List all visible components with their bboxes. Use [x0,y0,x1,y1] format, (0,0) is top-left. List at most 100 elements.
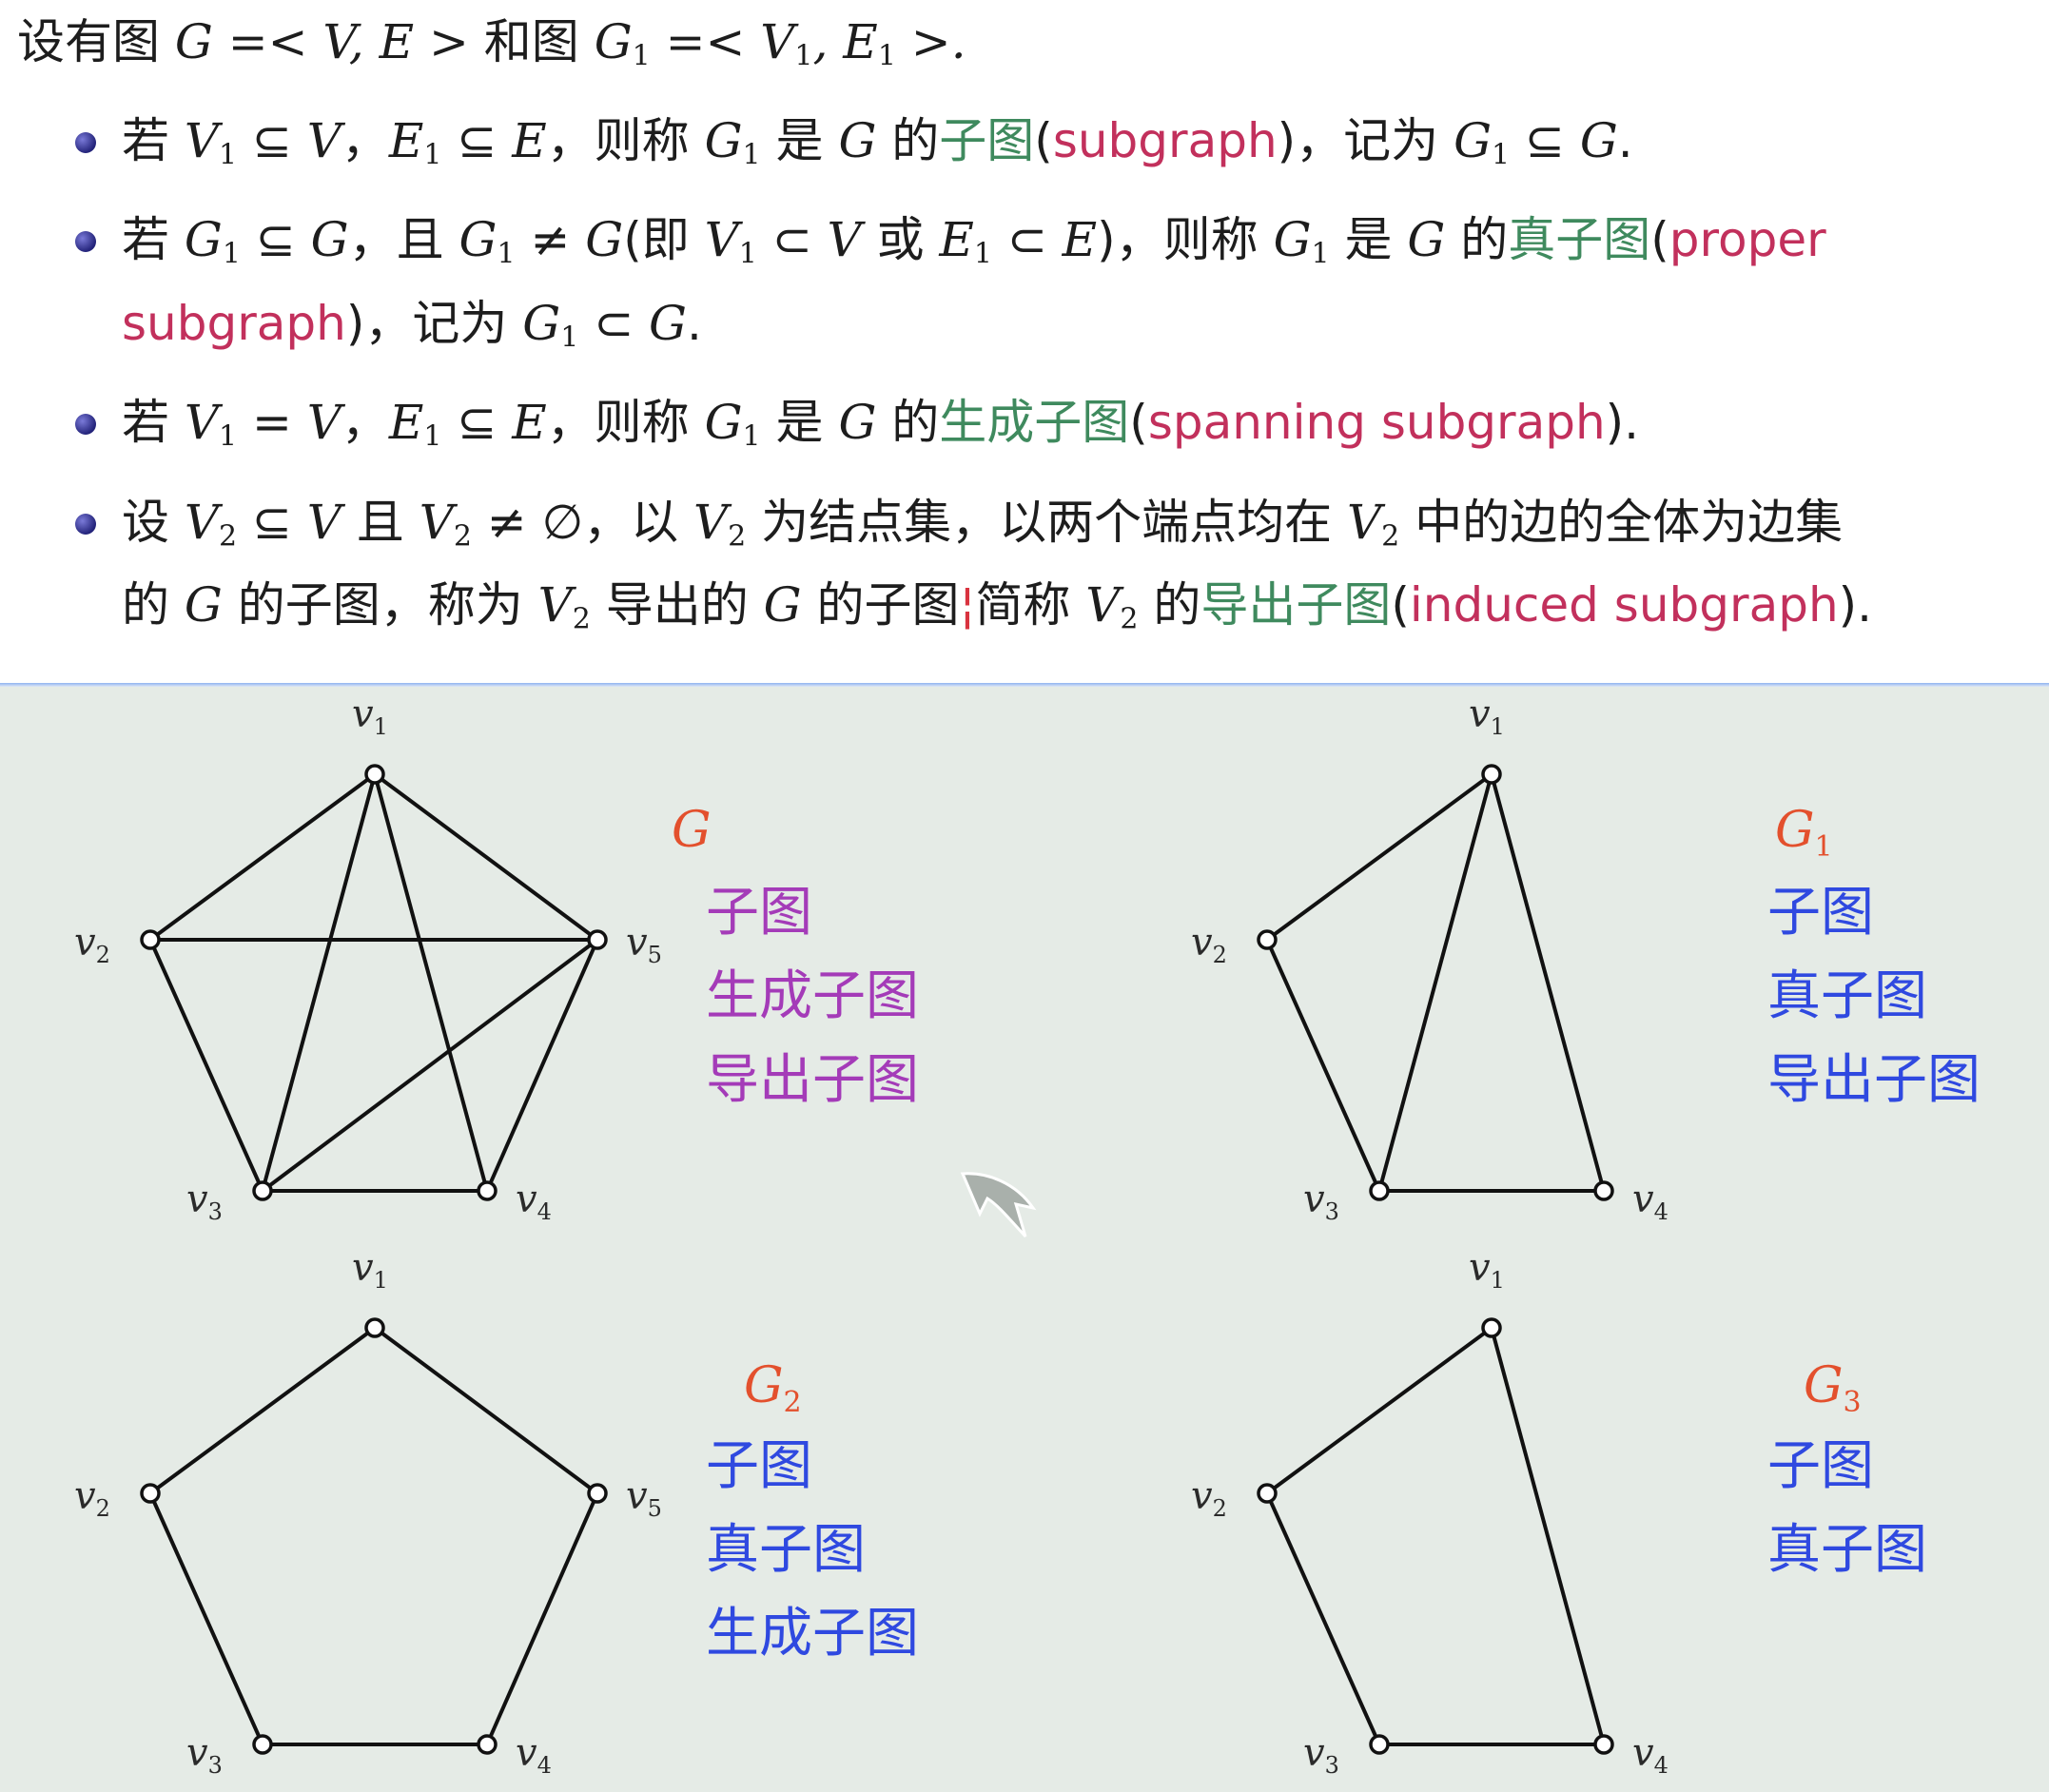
mouse-pointer-icon [960,1172,1037,1238]
label-spanning-subgraph: 生成子图 [706,965,919,1027]
graph-vertex [252,1734,273,1755]
graph-panel: v1 v2 v3 v4 G3 [1191,1246,1862,1779]
graph-vertex [1593,1734,1614,1755]
graph-vertex [477,1734,498,1755]
vertex-label: v5 [626,1474,662,1522]
label-proper-subgraph: 真子图 [706,1519,866,1581]
subgraph-definition: 若 V1 ⊆ V，E1 ⊆ E，则称 G1 是 G 的子图(subgraph)，… [122,113,1633,172]
graph-vertex [140,929,161,950]
vertex-label: v3 [186,1731,223,1779]
term-induced-subgraph: 导出子图 [1200,577,1392,633]
graph-vertex [364,764,385,785]
graph-edge [373,772,599,942]
english-subgraph: subgraph [1052,113,1278,168]
graph-vertex [252,1180,273,1201]
graph-name: G2 [744,1357,802,1419]
label-proper-subgraph: 真子图 [1767,965,1927,1027]
graph-vertex [1257,929,1278,950]
graph-edge [261,773,377,1192]
label-subgraph: 子图 [1767,1435,1874,1497]
vertex-label: v1 [1469,1246,1505,1294]
vertex-label: v2 [1191,1474,1227,1522]
label-induced-subgraph: 导出子图 [706,1049,919,1111]
bullet-icon [75,231,96,252]
proper-subgraph-definition: 若 G1 ⊆ G，且 G1 ≠ G(即 V1 ⊂ V 或 E1 ⊂ E)，则称 … [122,212,1826,271]
graph-g1-labels: 子图 真子图 导出子图 [1767,871,1981,1122]
graph-vertex [587,929,608,950]
vertex-label: v1 [1469,692,1505,740]
graph-edge [1265,1326,1493,1495]
vertex-label: v5 [626,921,662,968]
graph-vertex [1369,1180,1390,1201]
label-subgraph: 子图 [706,1435,812,1497]
intro-prefix: 设有图 [17,14,160,69]
graph-vertex [1369,1734,1390,1755]
bullet-icon [75,132,96,153]
graph-name: G1 [1775,802,1833,864]
graph-panel: v1 v2 v3 v4 v5 G [74,692,712,1225]
graph-g-def: G =< V, E > [174,14,469,69]
graph-edge [148,772,377,942]
vertex-label: v4 [516,1731,552,1779]
graph-edge [1265,772,1493,942]
graph-vertex [1257,1483,1278,1504]
graph-vertex [364,1317,385,1338]
graph-edge [485,1492,599,1745]
graph-vertex [587,1483,608,1504]
graph-edge [1490,1327,1606,1745]
vertex-label: v1 [352,1246,388,1294]
graph-vertex [477,1180,498,1201]
bullet-icon [75,514,96,535]
proper-subgraph-definition-cont: subgraph)，记为 G1 ⊂ G. [122,296,702,355]
term-subgraph: 子图 [939,113,1035,168]
graph-vertex [140,1483,161,1504]
graph-name: G [672,802,712,859]
label-subgraph: 子图 [706,882,812,944]
graph-edge [148,1492,264,1745]
vertex-label: v2 [74,921,110,968]
english-induced-subgraph: induced subgraph [1409,577,1839,633]
term-spanning-subgraph: 生成子图 [939,395,1130,450]
vertex-label: v4 [1632,1178,1668,1225]
graph-panel: v1 v2 v3 v4 G1 [1191,692,1833,1225]
vertex-label: v2 [1191,921,1227,968]
graph-name: G3 [1804,1357,1862,1419]
label-induced-subgraph: 导出子图 [1767,1049,1981,1111]
english-subgraph-2: subgraph [122,296,346,351]
vertex-label: v2 [74,1474,110,1522]
english-spanning-subgraph: spanning subgraph [1147,395,1606,450]
graph-edge [1265,1492,1381,1745]
graph-edge [1377,773,1493,1192]
graph-g1-def: G1 =< V1, E1 >. [594,14,966,73]
vertex-label: v3 [1303,1178,1339,1225]
graph-edge [373,773,489,1192]
graph-edge [485,939,599,1192]
graph-panel: v1 v2 v3 v4 v5 G2 [74,1246,802,1779]
bullet-icon [75,414,96,435]
english-proper: proper [1668,212,1826,267]
vertex-label: v3 [1303,1731,1339,1779]
vertex-label: v1 [352,692,388,740]
definition-text: 设有图 G =< V, E > 和图 G1 =< V1, E1 >. 若 V1 … [0,0,2049,683]
vertex-label: v4 [1632,1731,1668,1779]
term-proper-subgraph: 真子图 [1508,212,1651,267]
graph-vertex [1481,764,1502,785]
label-subgraph: 子图 [1767,882,1874,944]
graph-g3-labels: 子图 真子图 [1767,1425,1927,1592]
graph-g2-labels: 子图 真子图 生成子图 [706,1425,919,1676]
induced-subgraph-definition-cont: 的 G 的子图，称为 V2 导出的 G 的子图¦简称 V2 的导出子图(indu… [122,577,1873,636]
spanning-subgraph-definition: 若 V1 = V，E1 ⊆ E，则称 G1 是 G 的生成子图(spanning… [122,395,1640,454]
graph-edge [1490,773,1606,1192]
label-proper-subgraph: 真子图 [1767,1519,1927,1581]
graph-g-labels: 子图 生成子图 导出子图 [706,871,919,1122]
graph-edge [1265,939,1381,1192]
vertex-label: v3 [186,1178,223,1225]
intro-and: 和图 [483,14,579,69]
graph-edge [148,1326,377,1495]
graph-edge [148,939,264,1192]
graph-edge [373,1326,599,1495]
intro-line: 设有图 G =< V, E > 和图 G1 =< V1, E1 >. [17,13,966,86]
text-cursor: ¦ [959,577,976,633]
graph-vertex [1481,1317,1502,1338]
label-spanning-subgraph: 生成子图 [706,1603,919,1665]
